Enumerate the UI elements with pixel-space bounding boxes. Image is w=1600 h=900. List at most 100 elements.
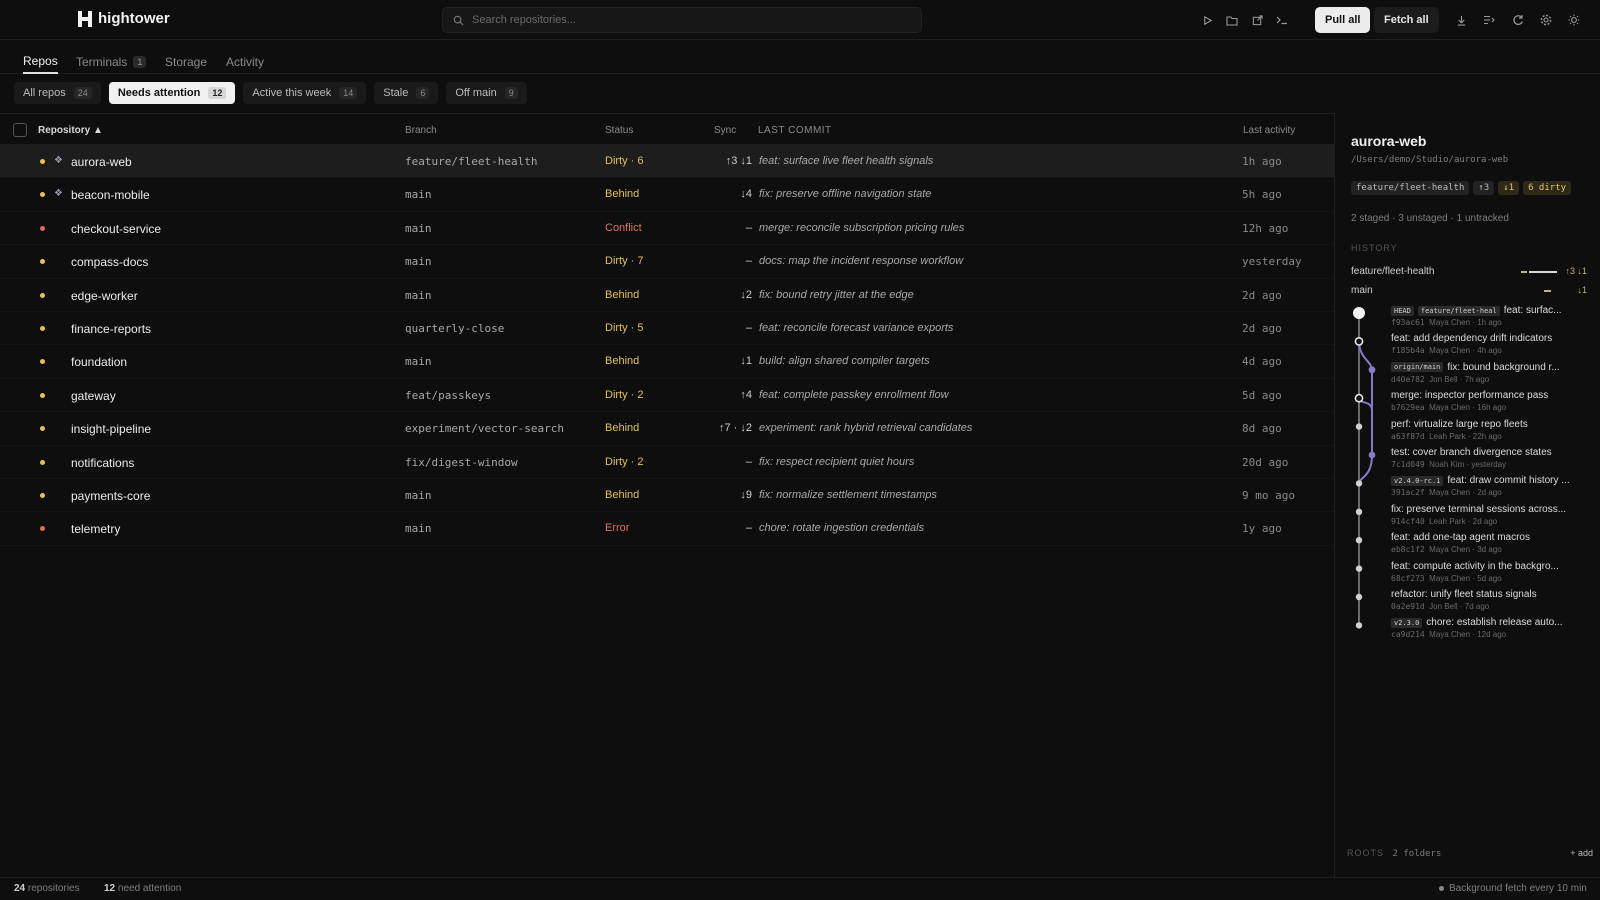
filter-count: 24 <box>73 87 92 99</box>
commit-entry[interactable]: HEAD feature/fleet-heal feat: surfac... f93… <box>1391 305 1591 327</box>
tab-repos[interactable]: Repos <box>23 50 58 74</box>
commit-entry[interactable]: feat: add one-tap agent macros eb8c1f2 Ma… <box>1391 532 1591 554</box>
commit-entry[interactable]: perf: virtualize large repo fleets a63f87… <box>1391 419 1591 441</box>
tab-storage[interactable]: Storage <box>165 50 207 74</box>
commit-author: Maya Chen <box>1429 488 1471 498</box>
pin-icon[interactable]: ❖ <box>54 155 63 166</box>
table-row[interactable]: finance-reports quarterly-close Dirty · 5 –… <box>0 312 1334 346</box>
list-filter-icon[interactable] <box>1480 11 1498 29</box>
commit-time: 3d ago <box>1477 545 1502 555</box>
commit-time: 4h ago <box>1477 346 1502 356</box>
tab-label: Repos <box>23 54 58 68</box>
table-row[interactable]: notifications fix/digest-window Dirty · 2 –… <box>0 446 1334 479</box>
sync-indicator: – <box>745 221 752 234</box>
header-status[interactable]: Status <box>605 125 633 136</box>
history-label: HISTORY <box>1351 243 1398 253</box>
commit-entry[interactable]: test: cover branch divergence states 7c1d… <box>1391 447 1591 469</box>
search-box[interactable] <box>442 7 922 33</box>
sun-icon[interactable] <box>1565 11 1583 29</box>
repo-table: Repository ▲ Branch Status Sync LAST COM… <box>0 113 1334 546</box>
table-row[interactable]: payments-core main Behind ↓9 fix: normalize … <box>0 479 1334 513</box>
commit-entry[interactable]: origin/main fix: bound background r... d40… <box>1391 362 1591 384</box>
repo-name: beacon-mobile <box>71 188 150 203</box>
commit-entry[interactable]: feat: add dependency drift indicators f18… <box>1391 333 1591 355</box>
select-all-checkbox[interactable] <box>13 123 27 137</box>
commit-hash: ca9d214 <box>1391 630 1425 640</box>
last-activity: 5h ago <box>1242 188 1282 202</box>
commit-entry[interactable]: merge: inspector performance pass b7629ea… <box>1391 390 1591 412</box>
commit-author: Maya Chen <box>1429 630 1471 640</box>
table-row[interactable]: foundation main Behind ↓1 build: align share… <box>0 345 1334 379</box>
commit-entry[interactable]: feat: compute activity in the backgro...… <box>1391 561 1591 583</box>
header-last-activity[interactable]: Last activity <box>1243 125 1295 136</box>
filter-off-main[interactable]: Off main 9 <box>446 82 527 104</box>
commit-entry[interactable]: v2.4.0-rc.1 feat: draw commit history ...… <box>1391 475 1591 497</box>
add-root-button[interactable]: + add <box>1570 848 1593 858</box>
history-branch-main[interactable]: main ↓1 <box>1351 285 1587 296</box>
filter-count: 12 <box>208 87 227 99</box>
commit-author: Maya Chen <box>1429 545 1471 555</box>
folder-icon[interactable] <box>1223 11 1241 29</box>
status-badge: Behind <box>605 355 640 368</box>
pull-all-button[interactable]: Pull all <box>1315 7 1371 33</box>
table-row[interactable]: gateway feat/passkeys Dirty · 2 ↑4 feat: com… <box>0 379 1334 413</box>
commit-entry[interactable]: refactor: unify fleet status signals 0a2e… <box>1391 589 1591 611</box>
repo-name: finance-reports <box>71 321 152 336</box>
commit-time: 7d ago <box>1464 602 1490 611</box>
sync-indicator: ↓2 <box>740 288 752 301</box>
filter-needs-attention[interactable]: Needs attention 12 <box>108 82 236 104</box>
repo-branch: main <box>405 355 432 369</box>
gear-icon[interactable] <box>1537 11 1555 29</box>
pin-icon[interactable]: ❖ <box>54 188 63 199</box>
fetch-all-button[interactable]: Fetch all <box>1374 7 1439 33</box>
header-branch[interactable]: Branch <box>405 125 437 136</box>
fetch-status: Background fetch every 10 min <box>1439 883 1587 894</box>
table-row[interactable]: checkout-service main Conflict – merge: reco… <box>0 212 1334 246</box>
table-row[interactable]: telemetry main Error – chore: rotate ingesti… <box>0 512 1334 546</box>
tab-activity[interactable]: Activity <box>226 50 264 74</box>
behind-bar <box>1521 271 1527 273</box>
terminal-icon[interactable] <box>1273 11 1291 29</box>
table-row[interactable]: edge-worker main Behind ↓2 fix: bound retry … <box>0 279 1334 312</box>
download-icon[interactable] <box>1452 11 1470 29</box>
external-link-icon[interactable] <box>1248 11 1266 29</box>
status-dot-icon <box>40 192 45 198</box>
repo-inspector: aurora-web /Users/demo/Studio/aurora-web… <box>1334 113 1600 877</box>
filter-stale[interactable]: Stale 6 <box>374 82 439 104</box>
repo-count-label: repositories <box>27 883 80 894</box>
commit-time: 22h ago <box>1472 431 1502 441</box>
commit-author: Maya Chen <box>1429 318 1471 327</box>
table-row[interactable]: ❖ beacon-mobile main Behind ↓4 fix: preserve … <box>0 178 1334 212</box>
refresh-icon[interactable] <box>1509 11 1527 29</box>
last-commit-message: fix: normalize settlement timestamps <box>759 488 937 501</box>
roots-value: 2 folders <box>1392 849 1442 859</box>
commit-author: Leah Park <box>1429 431 1466 441</box>
status-badge: Dirty · 2 <box>605 455 644 468</box>
filter-all-repos[interactable]: All repos 24 <box>14 82 101 104</box>
header-repository[interactable]: Repository ▲ <box>38 125 103 136</box>
commit-time: 1h ago <box>1477 318 1502 327</box>
header-sync[interactable]: Sync <box>714 125 736 136</box>
table-row[interactable]: ❖ aurora-web feature/fleet-health Dirty · 6… <box>0 145 1334 179</box>
filter-active-this-week[interactable]: Active this week 14 <box>243 82 367 104</box>
repo-branch: experiment/vector-search <box>405 422 564 436</box>
repo-branch: main <box>405 255 432 269</box>
history-branch-feature[interactable]: feature/fleet-health ↑3 ↓1 <box>1351 266 1587 277</box>
table-row[interactable]: insight-pipeline experiment/vector-search… <box>0 412 1334 446</box>
commit-entry[interactable]: v2.3.0 chore: establish release auto... ca… <box>1391 617 1591 639</box>
commit-hash: f185b4a <box>1391 346 1425 356</box>
commit-hash: 391ac2f <box>1391 488 1425 498</box>
status-dot-icon <box>40 259 45 265</box>
branch-name: feature/fleet-health <box>1351 266 1435 277</box>
tab-label: Terminals <box>76 55 128 69</box>
header-last-commit[interactable]: LAST COMMIT <box>758 125 832 136</box>
app-logo[interactable]: hightower <box>78 10 170 27</box>
tab-terminals[interactable]: Terminals 1 <box>76 50 147 74</box>
search-input[interactable] <box>472 14 892 26</box>
status-bar: 24 repositories 12 need attention Backgr… <box>0 877 1600 900</box>
play-icon[interactable] <box>1198 11 1216 29</box>
filter-label: Stale <box>383 87 409 99</box>
table-row[interactable]: compass-docs main Dirty · 7 – docs: map the … <box>0 245 1334 279</box>
sync-indicator: – <box>745 321 752 334</box>
commit-entry[interactable]: fix: preserve terminal sessions across..… <box>1391 504 1591 526</box>
